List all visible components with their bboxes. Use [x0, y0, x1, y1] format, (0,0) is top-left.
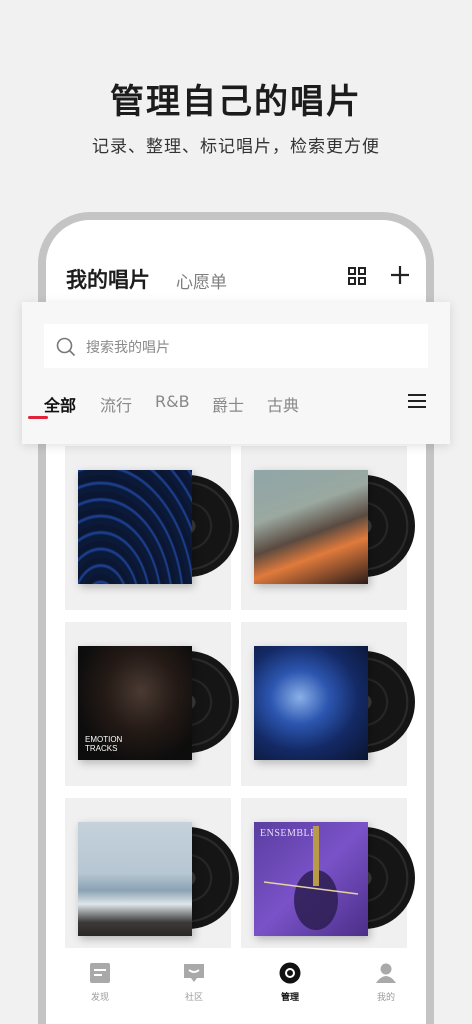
album-cover: [254, 470, 368, 584]
nav-profile-label: 我的: [376, 993, 395, 1003]
album-grid: EMOTION TRACKS ENSEMBLE: [46, 446, 426, 1024]
search-input[interactable]: 搜索我的唱片: [44, 324, 428, 368]
category-pop[interactable]: 流行: [100, 392, 132, 416]
album-cover: [78, 470, 192, 584]
album-cover: ENSEMBLE: [254, 822, 368, 936]
album-card[interactable]: [241, 622, 415, 786]
tab-my-records[interactable]: 我的唱片: [66, 264, 150, 294]
nav-discover-label: 发现: [90, 993, 109, 1003]
nav-community[interactable]: 社区: [164, 962, 224, 1003]
community-icon: [184, 964, 204, 982]
search-filter-panel: 搜索我的唱片 全部 流行 R&B 爵士 古典: [22, 302, 450, 444]
hero-subtitle: 记录、整理、标记唱片，检索更方便: [92, 137, 380, 157]
nav-profile[interactable]: 我的: [356, 962, 416, 1003]
album-card[interactable]: [65, 798, 239, 962]
album-card[interactable]: EMOTION TRACKS: [65, 622, 239, 786]
album-cover-text: EMOTION TRACKS: [85, 735, 123, 753]
nav-community-label: 社区: [184, 993, 203, 1003]
hero-title: 管理自己的唱片: [110, 82, 362, 122]
plus-icon[interactable]: [389, 264, 411, 286]
bottom-nav: 发现 社区 管理 我的: [46, 948, 426, 1024]
search-icon: [56, 337, 76, 357]
discover-icon: [90, 963, 110, 983]
category-all[interactable]: 全部: [44, 392, 76, 416]
profile-icon: [376, 963, 396, 983]
tab-wishlist[interactable]: 心愿单: [176, 268, 227, 293]
category-classical[interactable]: 古典: [267, 392, 299, 416]
nav-manage[interactable]: 管理: [260, 962, 320, 1003]
menu-icon[interactable]: [408, 394, 426, 408]
grid-icon[interactable]: [348, 267, 366, 285]
nav-manage-label: 管理: [280, 993, 299, 1003]
album-cover: [78, 822, 192, 936]
album-cover: [254, 646, 368, 760]
record-icon: [279, 962, 301, 984]
active-category-indicator: [28, 416, 48, 419]
album-card[interactable]: [65, 446, 239, 610]
album-cover: EMOTION TRACKS: [78, 646, 192, 760]
album-card[interactable]: ENSEMBLE: [241, 798, 415, 962]
search-placeholder: 搜索我的唱片: [86, 340, 170, 356]
category-rnb[interactable]: R&B: [155, 392, 190, 411]
nav-discover[interactable]: 发现: [70, 962, 130, 1003]
cello-illustration: [263, 826, 359, 930]
category-jazz[interactable]: 爵士: [212, 392, 244, 416]
album-card[interactable]: [241, 446, 415, 610]
